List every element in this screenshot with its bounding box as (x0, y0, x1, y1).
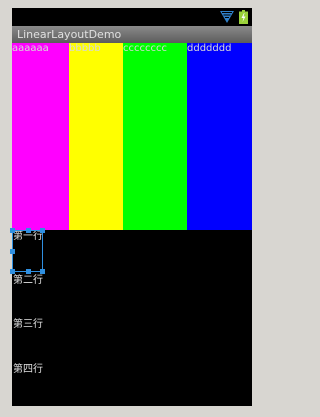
stripe-b-label: bbbbb (69, 43, 101, 54)
stripe-c: cccccccc (123, 43, 187, 230)
row-3-label[interactable]: 第三行 (13, 319, 43, 331)
wifi-icon (220, 11, 234, 23)
row-2-label[interactable]: 第二行 (13, 275, 43, 287)
color-stripes: aaaaaa bbbbb cccccccc ddddddd (12, 43, 252, 230)
resize-handle-bottom-right[interactable] (40, 269, 45, 274)
stripe-a: aaaaaa (12, 43, 69, 230)
battery-charging-icon (239, 10, 248, 24)
stripe-b: bbbbb (69, 43, 123, 230)
device-screen: LinearLayoutDemo aaaaaa bbbbb cccccccc d… (10, 8, 252, 406)
status-bar (12, 8, 252, 26)
resize-handle-top-left[interactable] (10, 228, 15, 233)
resize-handle-top[interactable] (26, 228, 31, 233)
selection-box[interactable] (10, 228, 45, 274)
resize-handle-bottom[interactable] (26, 269, 31, 274)
resize-handle-top-right[interactable] (40, 228, 45, 233)
row-4-label[interactable]: 第四行 (13, 364, 43, 376)
stripe-a-label: aaaaaa (12, 43, 49, 54)
resize-handle-left[interactable] (10, 249, 15, 254)
resize-handle-bottom-left[interactable] (10, 269, 15, 274)
stripe-d-label: ddddddd (187, 43, 232, 54)
stripe-d: ddddddd (187, 43, 252, 230)
stripe-c-label: cccccccc (123, 43, 167, 54)
title-bar: LinearLayoutDemo (12, 26, 252, 44)
app-title: LinearLayoutDemo (17, 28, 122, 41)
